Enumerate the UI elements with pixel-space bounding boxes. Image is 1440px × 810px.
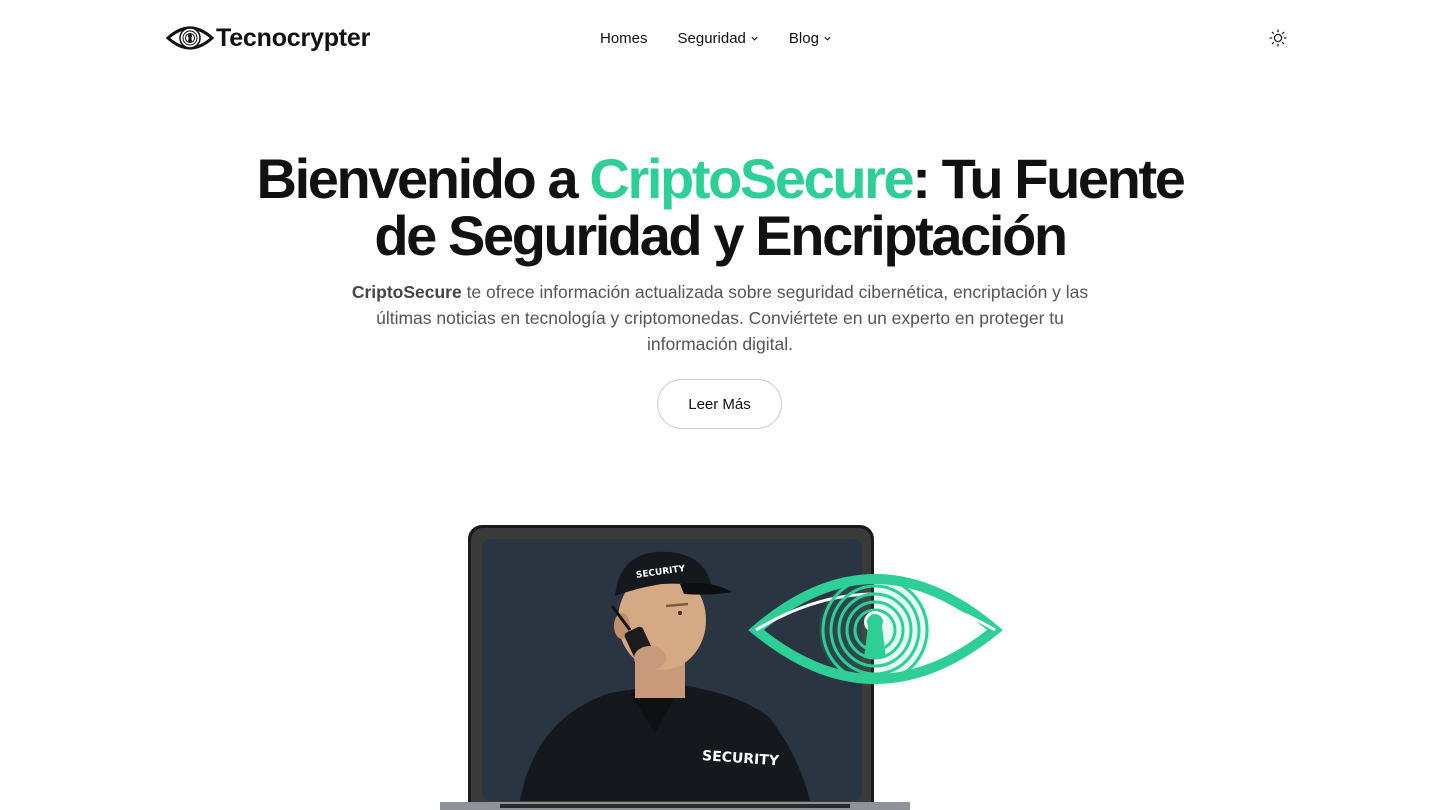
hero-illustration: SECURITY SECURITY: [440, 525, 1003, 810]
logo-text: Tecnocrypter: [216, 23, 371, 52]
leer-mas-button[interactable]: Leer Más: [657, 379, 782, 429]
chevron-down-icon: [824, 36, 831, 41]
hero-title-part1: Bienvenido a: [256, 147, 590, 210]
site-header: Tecnocrypter Homes Seguridad Blog: [0, 0, 1440, 76]
site-logo[interactable]: Tecnocrypter: [166, 20, 370, 56]
nav-item-label: Homes: [600, 29, 648, 47]
nav-item-label: Blog: [788, 29, 819, 47]
hero-title: Bienvenido a CriptoSecure: Tu Fuente de …: [0, 150, 1440, 264]
nav-item-seguridad[interactable]: Seguridad: [678, 27, 759, 49]
hero-title-line2: de Seguridad y Encriptación: [374, 204, 1068, 267]
eye-lock-logo-icon: [166, 26, 214, 50]
hero-description-text: te ofrece información actualizada sobre …: [376, 282, 1089, 354]
page: Tecnocrypter Homes Seguridad Blog Bienve…: [0, 0, 1440, 810]
theme-toggle-button[interactable]: [1268, 28, 1288, 48]
chevron-down-icon: [751, 36, 758, 41]
main-nav: Homes Seguridad Blog: [600, 27, 832, 49]
nav-item-homes[interactable]: Homes: [600, 27, 648, 49]
sun-icon: [1269, 29, 1287, 47]
hero-description-brand: CriptoSecure: [351, 282, 462, 302]
hero-title-accent: CriptoSecure: [589, 147, 914, 210]
hero-title-part2: : Tu Fuente: [912, 147, 1186, 210]
hero-description: CriptoSecure te ofrece información actua…: [340, 279, 1100, 357]
nav-item-blog[interactable]: Blog: [789, 27, 832, 49]
nav-item-label: Seguridad: [677, 29, 746, 47]
